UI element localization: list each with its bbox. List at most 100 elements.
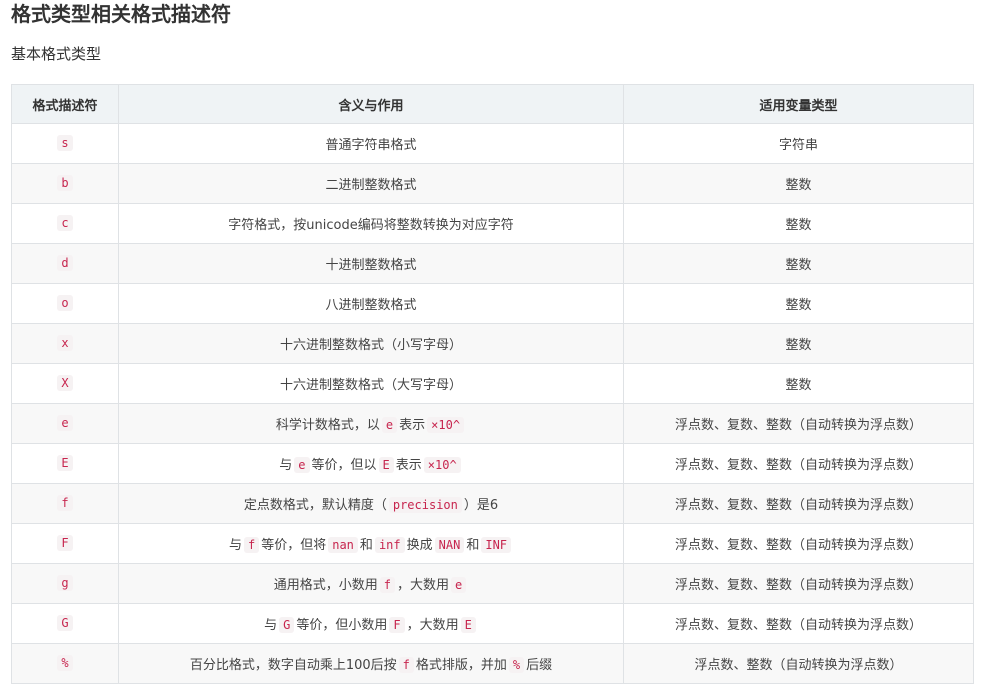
meaning-text: 字符格式，按unicode编码将整数转换为对应字符 <box>228 218 514 233</box>
specifier-cell: e <box>11 403 119 444</box>
inline-code: e <box>381 417 398 433</box>
specifier-code: X <box>57 375 73 391</box>
meaning-text: 表示 <box>399 418 426 433</box>
meaning-cell: 与 f 等价，但将 nan 和 inf 换成 NAN 和 INF <box>118 523 624 564</box>
meaning-text: ）是6 <box>463 498 499 513</box>
applicable-type-cell: 整数 <box>623 203 974 244</box>
column-header-meaning: 含义与作用 <box>118 84 624 124</box>
format-specifier-table: 格式描述符 含义与作用 适用变量类型 s 普通字符串格式 字符串 b 二进制整数格式 整数… <box>11 84 974 684</box>
inline-code: f <box>243 537 260 553</box>
inline-code: f <box>379 577 395 593</box>
specifier-code: F <box>57 535 73 551</box>
table-row: g 通用格式，小数用 f ，大数用 e 浮点数、复数、整数（自动转换为浮点数） <box>11 563 974 604</box>
meaning-text: 科学计数格式，以 <box>275 418 380 433</box>
table-row: X 十六进制整数格式（大写字母） 整数 <box>11 363 974 404</box>
table-row: c 字符格式，按unicode编码将整数转换为对应字符 整数 <box>11 203 974 244</box>
specifier-code: x <box>57 335 73 351</box>
specifier-cell: b <box>11 163 119 204</box>
meaning-text: 和 <box>359 538 373 553</box>
table-header-row: 格式描述符 含义与作用 适用变量类型 <box>11 84 974 124</box>
applicable-type-cell: 整数 <box>623 323 974 364</box>
table-header: 格式描述符 含义与作用 适用变量类型 <box>11 84 974 124</box>
applicable-type-cell: 整数 <box>623 243 974 284</box>
table-row: F 与 f 等价，但将 nan 和 inf 换成 NAN 和 INF 浮点数、复数、整数（自动转换为浮… <box>11 523 974 564</box>
meaning-cell: 百分比格式，数字自动乘上100后按 f 格式排版，并加% 后缀 <box>118 643 624 684</box>
meaning-text: 与 <box>279 458 293 473</box>
meaning-text: 定点数格式，默认精度（ <box>243 498 387 513</box>
inline-code: inf <box>374 537 405 553</box>
meaning-text: 十六进制整数格式（小写字母） <box>279 338 462 353</box>
inline-code: E <box>460 617 476 633</box>
meaning-text: 和 <box>466 538 480 553</box>
table-row: % 百分比格式，数字自动乘上100后按 f 格式排版，并加% 后缀 浮点数、整数（自动转换… <box>11 643 974 684</box>
meaning-text: ，大数用 <box>406 618 459 633</box>
applicable-type-cell: 整数 <box>623 283 974 324</box>
meaning-text: 与 <box>264 618 278 633</box>
inline-code: e <box>294 457 310 473</box>
applicable-type-cell: 浮点数、复数、整数（自动转换为浮点数） <box>623 523 974 564</box>
table-row: o 八进制整数格式 整数 <box>11 283 974 324</box>
meaning-text: 换成 <box>406 538 433 553</box>
meaning-text: 等价，但小数用 <box>296 618 388 633</box>
specifier-code: g <box>57 575 73 591</box>
applicable-type-cell: 整数 <box>623 363 974 404</box>
section-subtitle: 基本格式类型 <box>11 45 102 63</box>
applicable-type-cell: 浮点数、整数（自动转换为浮点数） <box>623 643 974 684</box>
table-row: x 十六进制整数格式（小写字母） 整数 <box>11 323 974 364</box>
inline-code: precision <box>388 497 462 513</box>
specifier-cell: X <box>11 363 119 404</box>
inline-code: f <box>398 657 414 673</box>
meaning-text: 格式排版，并加 <box>415 658 507 673</box>
inline-code: NAN <box>434 537 465 553</box>
inline-code: ×10^ <box>427 417 465 433</box>
meaning-cell: 定点数格式，默认精度（ precision ）是6 <box>118 483 624 524</box>
table-row: G 与 G 等价，但小数用 F ，大数用 E 浮点数、复数、整数（自动转换为浮点数） <box>11 603 974 644</box>
meaning-cell: 科学计数格式，以 e 表示 ×10^ <box>118 403 624 444</box>
specifier-code: o <box>57 295 73 311</box>
inline-code: e <box>451 577 467 593</box>
specifier-cell: G <box>11 603 119 644</box>
specifier-code: d <box>57 255 73 271</box>
meaning-cell: 通用格式，小数用 f ，大数用 e <box>118 563 624 604</box>
meaning-cell: 十进制整数格式 <box>118 243 624 284</box>
meaning-text: 表示 <box>395 458 422 473</box>
specifier-code: E <box>57 455 73 471</box>
specifier-code: % <box>57 655 73 671</box>
meaning-cell: 十六进制整数格式（大写字母） <box>118 363 624 404</box>
inline-code: G <box>279 617 295 633</box>
table-row: d 十进制整数格式 整数 <box>11 243 974 284</box>
applicable-type-cell: 浮点数、复数、整数（自动转换为浮点数） <box>623 403 974 444</box>
meaning-cell: 与 e 等价，但以 E 表示 ×10^ <box>118 443 624 484</box>
specifier-cell: d <box>11 243 119 284</box>
meaning-text: 后缀 <box>526 658 553 673</box>
meaning-text: 等价，但以 <box>311 458 377 473</box>
specifier-cell: F <box>11 523 119 564</box>
meaning-text: 与 <box>228 538 242 553</box>
inline-code: ×10^ <box>423 457 461 473</box>
column-header-specifier: 格式描述符 <box>11 84 119 124</box>
meaning-text: 通用格式，小数用 <box>273 578 378 593</box>
inline-code: % <box>508 657 525 673</box>
table-row: e 科学计数格式，以 e 表示 ×10^ 浮点数、复数、整数（自动转换为浮点数） <box>11 403 974 444</box>
meaning-text: ，大数用 <box>397 578 450 593</box>
meaning-cell: 与 G 等价，但小数用 F ，大数用 E <box>118 603 624 644</box>
table-row: E 与 e 等价，但以 E 表示 ×10^ 浮点数、复数、整数（自动转换为浮点数） <box>11 443 974 484</box>
specifier-cell: x <box>11 323 119 364</box>
meaning-text: 十进制整数格式 <box>325 258 417 273</box>
table-body: s 普通字符串格式 字符串 b 二进制整数格式 整数 c 字符格式，按unicode编码将整数… <box>11 123 974 684</box>
meaning-text: 八进制整数格式 <box>325 298 417 313</box>
applicable-type-cell: 浮点数、复数、整数（自动转换为浮点数） <box>623 483 974 524</box>
article-page: 格式类型相关格式描述符 基本格式类型 格式描述符 含义与作用 适用变量类型 s 普… <box>0 0 991 698</box>
specifier-cell: % <box>11 643 119 684</box>
inline-code: INF <box>481 537 512 553</box>
specifier-code: c <box>57 215 73 231</box>
table-row: f 定点数格式，默认精度（ precision ）是6 浮点数、复数、整数（自动转换为浮… <box>11 483 974 524</box>
specifier-code: b <box>57 175 73 191</box>
applicable-type-cell: 浮点数、复数、整数（自动转换为浮点数） <box>623 443 974 484</box>
meaning-text: 十六进制整数格式（大写字母） <box>279 378 462 393</box>
inline-code: nan <box>328 537 358 553</box>
meaning-cell: 字符格式，按unicode编码将整数转换为对应字符 <box>118 203 624 244</box>
applicable-type-cell: 浮点数、复数、整数（自动转换为浮点数） <box>623 603 974 644</box>
applicable-type-cell: 浮点数、复数、整数（自动转换为浮点数） <box>623 563 974 604</box>
meaning-text: 普通字符串格式 <box>325 138 417 153</box>
